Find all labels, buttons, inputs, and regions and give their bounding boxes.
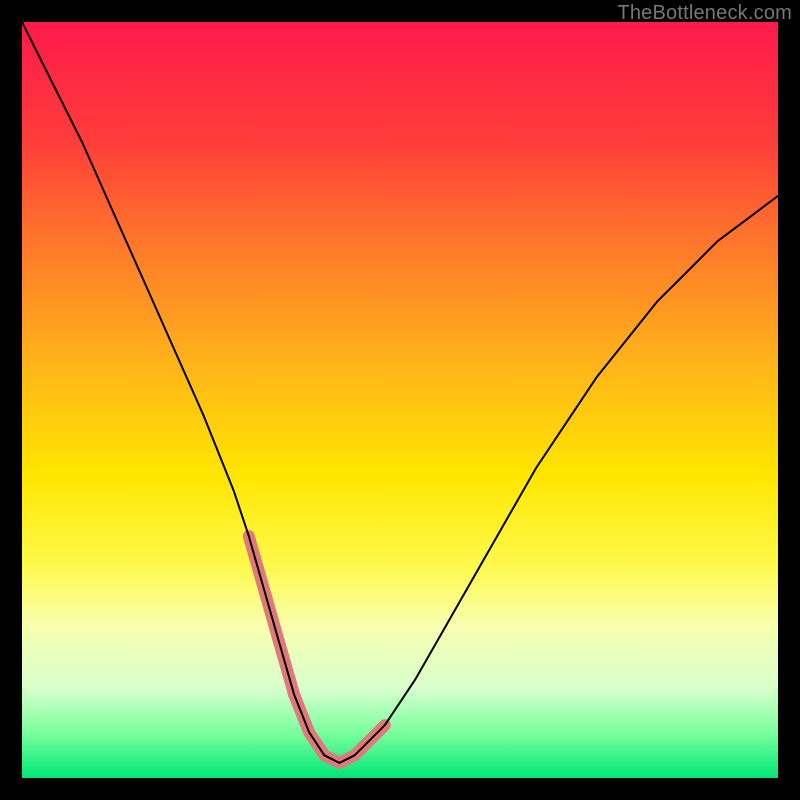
plot-background <box>22 22 778 778</box>
plot-area <box>22 22 778 778</box>
plot-svg <box>22 22 778 778</box>
watermark-text: TheBottleneck.com <box>617 2 792 25</box>
chart-frame: TheBottleneck.com <box>0 0 800 800</box>
